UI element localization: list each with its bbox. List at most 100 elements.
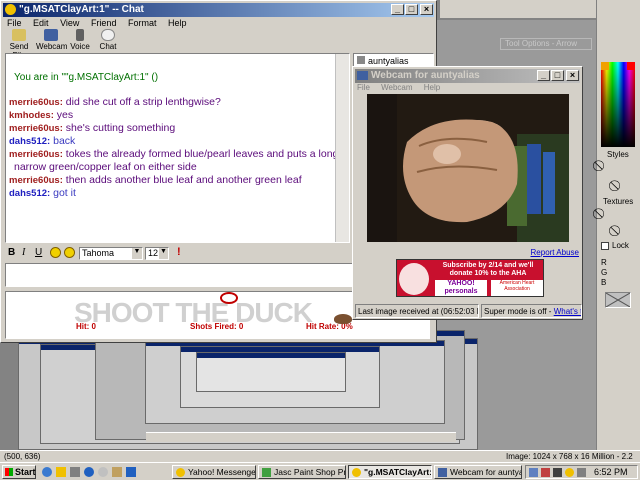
chat-log[interactable]: You are in ""g.MSATClayArt:1" () merrie6… bbox=[5, 53, 350, 243]
minimize-button[interactable]: _ bbox=[537, 70, 550, 81]
messenger-icon bbox=[176, 468, 185, 477]
maximize-button[interactable]: □ bbox=[405, 4, 418, 15]
chat-message: merrie60us: then adds another blue leaf … bbox=[9, 174, 302, 186]
paint-shop-palette: Styles ⃠ ⃠ Textures ⃠ ⃠ Lock R G B bbox=[596, 0, 640, 450]
crosshair-icon bbox=[220, 292, 238, 304]
tray-icon[interactable] bbox=[541, 468, 550, 477]
r-label: R bbox=[601, 258, 607, 267]
minimize-button[interactable]: _ bbox=[391, 4, 404, 15]
no-style-icon-2[interactable]: ⃠ bbox=[617, 180, 635, 194]
b-label: B bbox=[601, 278, 607, 287]
webcam-menubar: File Webcam Help bbox=[357, 83, 449, 92]
duck-icon[interactable] bbox=[334, 314, 352, 324]
lock-checkbox[interactable] bbox=[601, 242, 609, 250]
chat-button[interactable]: Chat bbox=[96, 29, 120, 51]
cursor-coords: (500, 636) bbox=[4, 452, 41, 461]
chat-title: "g.MSATClayArt:1" -- Chat bbox=[19, 4, 144, 15]
webcam-window: Webcam for auntyalias _ □ × File Webcam … bbox=[352, 66, 583, 320]
no-style-icon[interactable]: ⃠ bbox=[601, 160, 619, 174]
color-preview bbox=[605, 292, 631, 308]
volume-icon[interactable] bbox=[553, 468, 562, 477]
task-yahoo-messenger[interactable]: Yahoo! Messenger bbox=[172, 465, 256, 479]
tool-options-title: Tool Options - Arrow bbox=[500, 38, 592, 50]
quick-launch bbox=[40, 466, 170, 478]
word-icon[interactable] bbox=[126, 467, 136, 477]
browser-icon[interactable] bbox=[84, 467, 94, 477]
outlook-icon[interactable] bbox=[56, 467, 66, 477]
chat-icon bbox=[101, 29, 115, 41]
chat-message: merrie60us: she's cutting something bbox=[9, 122, 176, 134]
chat-scrollbar[interactable] bbox=[335, 54, 349, 242]
user-icon bbox=[357, 56, 365, 64]
g-label: G bbox=[601, 268, 608, 277]
close-button[interactable]: × bbox=[566, 70, 579, 81]
last-image-status: Last image received at (06:52:03 PM) bbox=[355, 304, 479, 318]
voice-button[interactable]: Voice bbox=[68, 29, 92, 51]
chat-message: merrie60us: tokes the already formed blu… bbox=[9, 148, 339, 160]
messenger-icon bbox=[352, 468, 361, 477]
no-texture-icon-2[interactable]: ⃠ bbox=[617, 225, 635, 239]
task-webcam[interactable]: Webcam for auntyalias bbox=[434, 465, 522, 479]
ie-icon[interactable] bbox=[42, 467, 52, 477]
webcam-button[interactable]: Webcam bbox=[36, 29, 67, 51]
emoticon-icon[interactable] bbox=[64, 247, 75, 258]
menu-view[interactable]: View bbox=[60, 18, 79, 28]
recursive-taskbar bbox=[146, 432, 456, 442]
webcam-icon bbox=[438, 468, 447, 477]
start-button[interactable]: Start bbox=[2, 465, 36, 479]
report-abuse-link[interactable]: Report Abuse bbox=[531, 248, 579, 257]
paint-shop-status-bar: (500, 636) Image: 1024 x 768 x 16 Millio… bbox=[0, 450, 640, 470]
menu-help[interactable]: Help bbox=[168, 18, 187, 28]
paint-shop-icon bbox=[262, 468, 271, 477]
underline-button[interactable]: U bbox=[35, 247, 42, 258]
menu-webcam[interactable]: Webcam bbox=[381, 83, 412, 92]
chat-message: dahs512: back bbox=[9, 135, 76, 147]
system-tray: 6:52 PM bbox=[525, 465, 638, 479]
chevron-down-icon: ▼ bbox=[159, 248, 168, 259]
font-select[interactable]: Tahoma ▼ bbox=[79, 247, 143, 260]
italic-button[interactable]: I bbox=[22, 247, 25, 258]
messenger-tray-icon[interactable] bbox=[565, 468, 574, 477]
menu-help[interactable]: Help bbox=[424, 83, 440, 92]
maximize-button[interactable]: □ bbox=[551, 70, 564, 81]
explorer-icon[interactable] bbox=[112, 467, 122, 477]
menu-edit[interactable]: Edit bbox=[33, 18, 49, 28]
font-size-select[interactable]: 12 ▼ bbox=[145, 247, 169, 260]
network-icon[interactable] bbox=[529, 468, 538, 477]
menu-file[interactable]: File bbox=[7, 18, 22, 28]
webcam-icon bbox=[357, 71, 368, 80]
taskbar: Start Yahoo! Messenger Jasc Paint Shop P… bbox=[0, 462, 640, 480]
no-texture-icon[interactable]: ⃠ bbox=[601, 208, 619, 222]
bold-button[interactable]: B bbox=[8, 247, 15, 258]
smiley-icon[interactable] bbox=[50, 247, 61, 258]
aha-logo: American Heart Association bbox=[491, 280, 543, 296]
alert-icon[interactable]: ! bbox=[177, 246, 181, 258]
tray-icon-2[interactable] bbox=[577, 468, 586, 477]
lock-label: Lock bbox=[612, 241, 629, 250]
chevron-down-icon: ▼ bbox=[132, 248, 142, 259]
windows-logo-icon bbox=[5, 468, 13, 476]
menu-friend[interactable]: Friend bbox=[91, 18, 117, 28]
media-icon[interactable] bbox=[98, 467, 108, 477]
task-paint-shop[interactable]: Jasc Paint Shop Pro - ... bbox=[258, 465, 346, 479]
chat-message: kmhodes: yes bbox=[9, 109, 74, 121]
ad-banner[interactable]: Subscribe by 2/14 and we'll donate 10% t… bbox=[396, 259, 544, 297]
webcam-title: Webcam for auntyalias bbox=[371, 70, 480, 81]
task-chat[interactable]: "g.MSATClayArt:... bbox=[348, 465, 432, 479]
background-swatch[interactable] bbox=[627, 62, 635, 70]
foreground-swatch[interactable] bbox=[601, 62, 609, 70]
messenger-icon bbox=[5, 4, 16, 15]
menu-format[interactable]: Format bbox=[128, 18, 157, 28]
clock: 6:52 PM bbox=[594, 467, 628, 477]
room-status: You are in ""g.MSATClayArt:1" () bbox=[14, 72, 159, 83]
textures-label: Textures bbox=[603, 197, 634, 206]
super-mode-status: Super mode is off - What's this? bbox=[481, 304, 582, 318]
desktop-icon[interactable] bbox=[70, 467, 80, 477]
chat-titlebar: "g.MSATClayArt:1" -- Chat _ □ × bbox=[3, 3, 434, 17]
close-button[interactable]: × bbox=[420, 4, 433, 15]
whats-this-link[interactable]: What's this? bbox=[554, 307, 581, 316]
chat-message: narrow green/copper leaf on either side bbox=[14, 161, 197, 173]
format-bar: B I U Tahoma ▼ 12 ▼ ! bbox=[5, 246, 350, 262]
menu-file[interactable]: File bbox=[357, 83, 370, 92]
heart-image bbox=[399, 263, 429, 295]
